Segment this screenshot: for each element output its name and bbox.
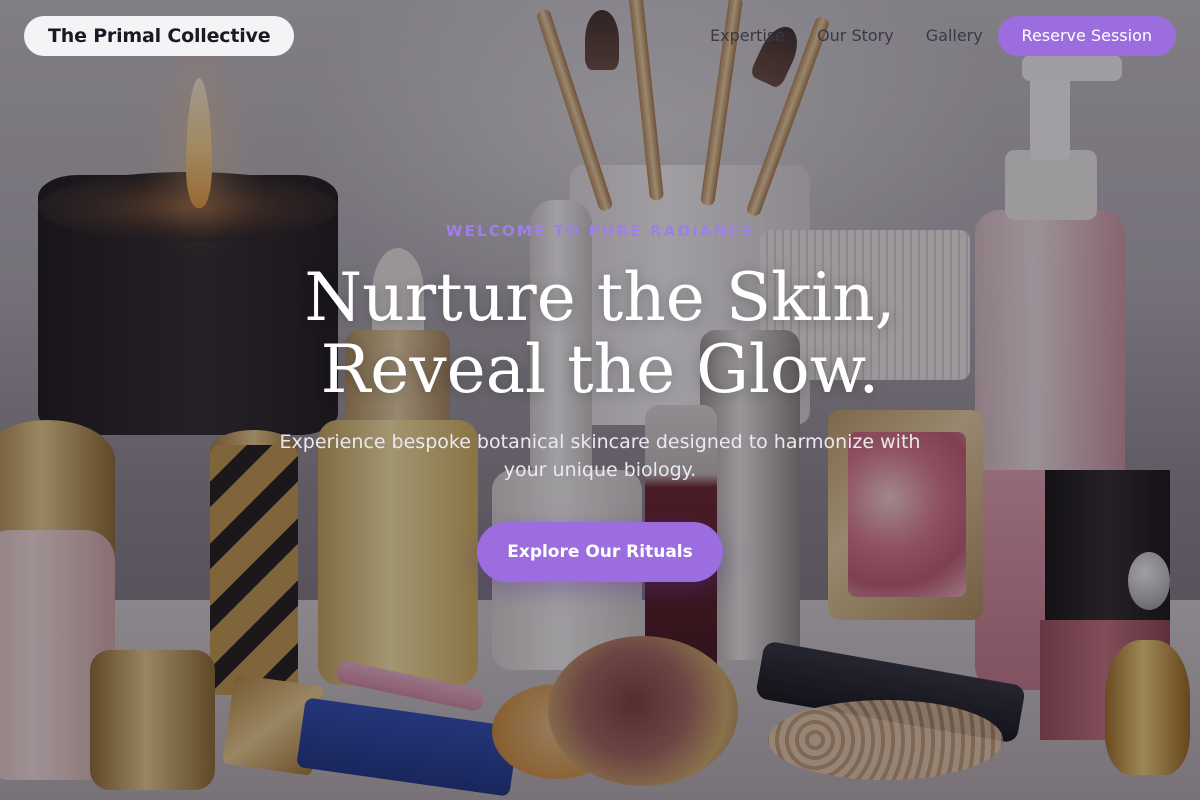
hero-headline-line-1: Nurture the Skin, (304, 259, 896, 336)
hero-headline-line-2: Reveal the Glow. (320, 331, 880, 408)
hero-headline: Nurture the Skin, Reveal the Glow. (0, 262, 1200, 406)
hero-section: WELCOME TO PURE RADIANCE Nurture the Ski… (0, 0, 1200, 800)
hero-subtitle: Experience bespoke botanical skincare de… (279, 431, 921, 481)
hero-eyebrow: WELCOME TO PURE RADIANCE (445, 222, 755, 240)
explore-rituals-button[interactable]: Explore Our Rituals (477, 522, 723, 582)
